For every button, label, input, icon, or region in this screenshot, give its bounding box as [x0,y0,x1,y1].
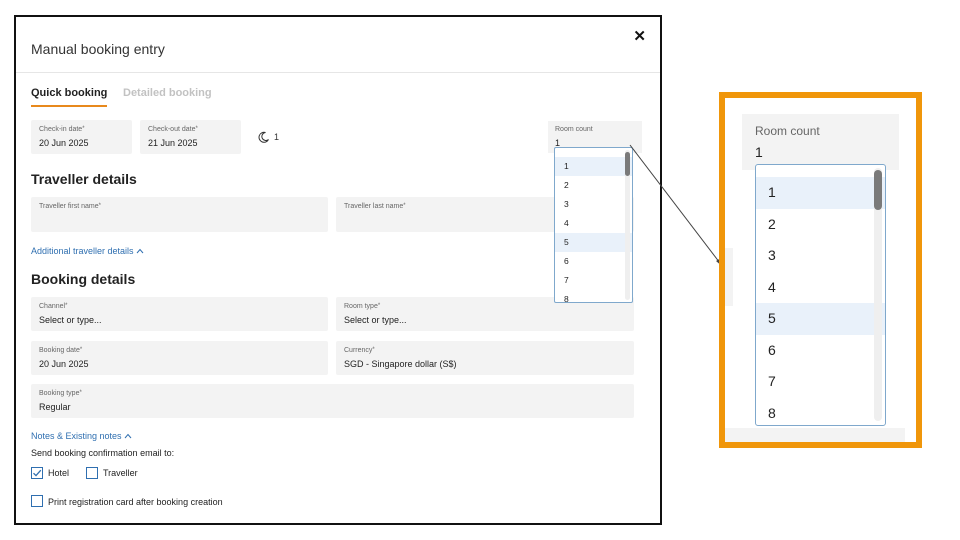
room-count-option[interactable]: 8 [555,290,632,302]
zoom-background-field [725,248,733,306]
room-count-option: 2 [768,215,776,232]
room-count-option: 7 [768,373,776,389]
zoom-room-count-value: 1 [755,144,763,160]
zoom-room-count-field: Room count 1 [742,114,899,170]
additional-traveller-details-link[interactable]: Additional traveller details [31,246,144,256]
traveller-details-heading: Traveller details [31,171,137,187]
nights-count: 1 [274,132,280,142]
required-mark: * [372,347,375,353]
room-count-options: 12345678 [555,157,632,302]
required-mark: * [195,126,198,132]
zoom-callout: Room count 1 1 2 3 4 5 6 7 8 [719,92,922,448]
room-count-option[interactable]: 2 [555,176,632,195]
checkin-date-field[interactable]: Check-in date* 20 Jun 2025 [31,120,132,154]
checkout-date-value: 21 Jun 2025 [148,138,198,148]
traveller-first-name-label: Traveller first name [39,203,99,210]
required-mark: * [82,126,85,132]
print-registration-checkbox[interactable] [31,495,43,507]
checkout-date-field[interactable]: Check-out date* 21 Jun 2025 [140,120,241,154]
room-count-option[interactable]: 5 [555,233,632,252]
room-count-option: 4 [768,278,776,295]
room-count-dropdown[interactable]: 12345678 [554,147,633,303]
checkin-date-label: Check-in date [39,126,83,133]
traveller-checkbox[interactable] [86,467,98,479]
checkmark-icon [33,469,42,477]
tab-detailed-booking[interactable]: Detailed booking [123,87,212,99]
currency-label: Currency [344,347,373,354]
zoom-background-field [725,428,905,442]
room-type-label: Room type [344,303,378,310]
notes-link-label: Notes & Existing notes [31,431,122,441]
booking-date-label: Booking date [39,347,80,354]
print-registration-label: Print registration card after booking cr… [48,497,223,507]
room-count-option[interactable]: 3 [555,195,632,214]
close-icon[interactable]: ✕ [633,27,646,45]
booking-type-field[interactable]: Booking type* Regular [31,384,634,418]
traveller-checkbox-label: Traveller [103,468,138,478]
tab-quick-booking[interactable]: Quick booking [31,87,108,107]
booking-type-label: Booking type [39,390,80,397]
room-count-option[interactable]: 1 [555,157,632,176]
room-type-value: Select or type... [344,315,407,325]
header-divider [16,72,660,73]
required-mark: * [79,390,82,396]
booking-date-value: 20 Jun 2025 [39,359,89,369]
room-count-option: 6 [768,341,776,358]
hotel-checkbox-label: Hotel [48,468,70,478]
moon-icon [258,131,269,143]
zoom-scroll-thumb [874,170,882,210]
required-mark: * [403,203,406,209]
hotel-checkbox[interactable] [31,467,43,479]
booking-date-field[interactable]: Booking date* 20 Jun 2025 [31,341,328,375]
channel-field[interactable]: Channel* Select or type... [31,297,328,331]
chevron-up-icon [124,433,132,439]
channel-value: Select or type... [39,315,102,325]
required-mark: * [65,303,68,309]
room-count-option[interactable]: 6 [555,252,632,271]
checkout-date-label: Check-out date [148,126,196,133]
dropdown-scroll-thumb[interactable] [625,152,630,176]
room-count-option: 5 [756,303,885,335]
room-count-option: 8 [768,404,776,421]
zoom-room-count-options: 1 2 3 4 5 6 7 8 [756,177,885,425]
required-mark: * [377,303,381,309]
zoom-room-count-dropdown: 1 2 3 4 5 6 7 8 [755,164,886,426]
notes-existing-notes-link[interactable]: Notes & Existing notes [31,431,132,441]
traveller-first-name-field[interactable]: Traveller first name* [31,197,328,232]
checkin-date-value: 20 Jun 2025 [39,138,89,148]
booking-details-heading: Booking details [31,271,136,287]
currency-field[interactable]: Currency* SGD - Singapore dollar (S$) [336,341,634,375]
traveller-last-name-label: Traveller last name [344,203,404,210]
room-count-option: 1 [756,177,885,209]
room-count-option: 3 [768,247,776,263]
chevron-up-icon [136,248,144,254]
required-mark: * [79,347,83,353]
room-count-option[interactable]: 7 [555,271,632,290]
booking-type-value: Regular [39,402,71,412]
email-prompt-text: Send booking confirmation email to: [31,448,175,458]
zoom-room-count-label: Room count [755,124,820,138]
additional-traveller-details-label: Additional traveller details [31,246,134,256]
channel-label: Channel [39,303,66,310]
room-count-option[interactable]: 4 [555,214,632,233]
required-mark: * [98,203,101,209]
room-count-label: Room count [555,126,593,133]
currency-value: SGD - Singapore dollar (S$) [344,359,457,369]
modal-title: Manual booking entry [31,41,165,57]
